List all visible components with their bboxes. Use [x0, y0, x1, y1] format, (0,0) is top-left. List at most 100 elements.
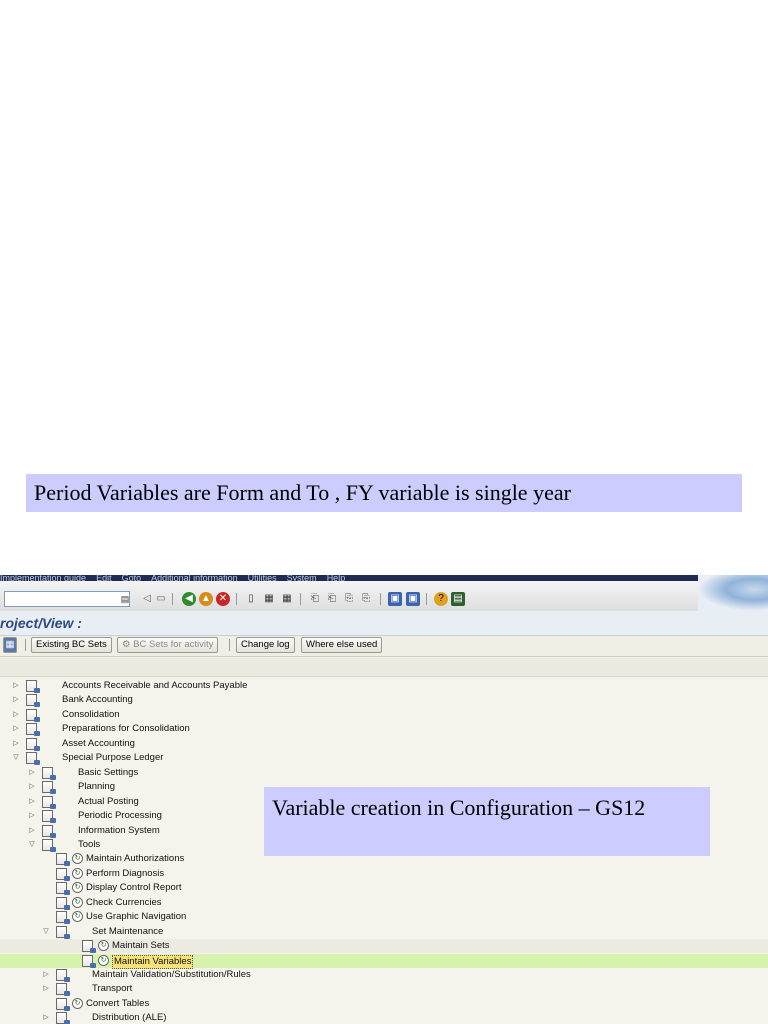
shortcut-icon[interactable]: ▣ — [406, 592, 420, 606]
tree-row-label[interactable]: Distribution (ALE) — [92, 1011, 166, 1024]
img-documentation-icon[interactable] — [26, 752, 40, 766]
tree-row-label[interactable]: Display Control Report — [86, 881, 182, 895]
collapse-triangle-icon[interactable]: ▽ — [42, 925, 50, 939]
tree-row-label[interactable]: Perform Diagnosis — [86, 867, 164, 881]
tree-row[interactable]: ↻ Convert Tables — [0, 997, 768, 1011]
tree-row-label[interactable]: Planning — [78, 780, 115, 794]
img-documentation-icon[interactable] — [56, 925, 70, 939]
execute-activity-icon[interactable]: ↻ — [72, 896, 83, 908]
expand-triangle-icon[interactable]: ▷ — [28, 809, 36, 823]
img-documentation-icon[interactable] — [42, 781, 56, 795]
command-field-dropdown-icon[interactable]: ▤ — [120, 593, 130, 605]
tree-row-label[interactable]: Maintain Variables — [112, 954, 194, 969]
img-documentation-icon[interactable] — [56, 997, 70, 1011]
print-icon[interactable]: ▯ — [244, 592, 258, 606]
last-page-icon[interactable]: ⎘ — [359, 592, 373, 606]
structure-icon[interactable]: ▦ — [3, 637, 17, 653]
tree-row-label[interactable]: Consolidation — [62, 708, 120, 722]
execute-activity-icon[interactable]: ↻ — [72, 882, 83, 894]
tree-row[interactable]: ▷ Asset Accounting — [0, 737, 768, 751]
create-session-icon[interactable]: ▣ — [388, 592, 402, 606]
tree-row-label[interactable]: Special Purpose Ledger — [62, 751, 163, 765]
img-documentation-icon[interactable] — [56, 1012, 70, 1024]
tree-row[interactable]: ▷ Accounts Receivable and Accounts Payabl… — [0, 679, 768, 693]
img-documentation-icon[interactable] — [42, 766, 56, 780]
tree-row-label[interactable]: Tools — [78, 838, 100, 852]
img-documentation-icon[interactable] — [82, 954, 96, 968]
tree-row[interactable]: ▷ Transport — [0, 982, 768, 997]
exit-icon[interactable]: ▲ — [199, 592, 213, 606]
next-page-icon[interactable]: ⎘ — [342, 592, 356, 606]
where-else-used-button[interactable]: Where else used — [301, 637, 383, 653]
tree-row-label[interactable]: Basic Settings — [78, 766, 138, 780]
expand-triangle-icon[interactable]: ▷ — [42, 1011, 50, 1024]
back-icon[interactable]: ◀ — [182, 592, 196, 606]
tree-row[interactable]: ↻ Perform Diagnosis — [0, 867, 768, 881]
expand-triangle-icon[interactable]: ▷ — [12, 679, 20, 693]
tree-row[interactable]: ↻ Display Control Report — [0, 881, 768, 896]
layout-menu-icon[interactable]: ▤ — [451, 592, 465, 606]
expand-triangle-icon[interactable]: ▷ — [42, 982, 50, 996]
tree-row-label[interactable]: Transport — [92, 982, 132, 996]
tree-row-label[interactable]: Check Currencies — [86, 896, 162, 910]
tree-row-label[interactable]: Bank Accounting — [62, 693, 133, 707]
img-documentation-icon[interactable] — [56, 853, 70, 867]
tree-row[interactable]: ↻ Check Currencies — [0, 896, 768, 910]
tree-row[interactable]: ▷ Basic Settings — [0, 766, 768, 780]
tree-row-label[interactable]: Maintain Sets — [112, 939, 170, 953]
img-documentation-icon[interactable] — [26, 708, 40, 722]
collapse-triangle-icon[interactable]: ▽ — [12, 751, 20, 765]
cancel-icon[interactable]: ✕ — [216, 592, 230, 606]
find-next-icon[interactable]: ▦ — [280, 592, 294, 606]
tree-row-label[interactable]: Actual Posting — [78, 795, 139, 809]
img-documentation-icon[interactable] — [42, 795, 56, 809]
execute-activity-icon[interactable]: ↻ — [98, 954, 109, 966]
collapse-triangle-icon[interactable]: ▽ — [28, 838, 36, 852]
tree-row-label[interactable]: Periodic Processing — [78, 809, 162, 823]
execute-activity-icon[interactable]: ↻ — [72, 911, 83, 923]
expand-triangle-icon[interactable]: ▷ — [12, 722, 20, 736]
command-field[interactable] — [4, 591, 130, 607]
tree-row[interactable]: ▽ Special Purpose Ledger — [0, 751, 768, 766]
img-documentation-icon[interactable] — [42, 838, 56, 852]
bc-sets-for-activity-button[interactable]: ⚙ BC Sets for activity — [117, 637, 219, 653]
img-documentation-icon[interactable] — [42, 810, 56, 824]
expand-triangle-icon[interactable]: ▷ — [28, 795, 36, 809]
expand-triangle-icon[interactable]: ▷ — [12, 737, 20, 751]
img-documentation-icon[interactable] — [42, 824, 56, 838]
img-documentation-icon[interactable] — [56, 882, 70, 896]
tree-row[interactable]: ▷ Preparations for Consolidation — [0, 722, 768, 737]
expand-triangle-icon[interactable]: ▷ — [42, 968, 50, 982]
execute-activity-icon[interactable]: ↻ — [72, 867, 83, 879]
execute-activity-icon[interactable]: ↻ — [72, 997, 83, 1009]
tree-row-label[interactable]: Preparations for Consolidation — [62, 722, 190, 736]
tree-row-label[interactable]: Convert Tables — [86, 997, 149, 1011]
expand-triangle-icon[interactable]: ▷ — [28, 824, 36, 838]
tree-row-label[interactable]: Asset Accounting — [62, 737, 135, 751]
img-documentation-icon[interactable] — [26, 694, 40, 708]
img-documentation-icon[interactable] — [56, 911, 70, 925]
tree-row-label[interactable]: Maintain Validation/Substitution/Rules — [92, 968, 251, 982]
tree-row-label[interactable]: Information System — [78, 824, 160, 838]
img-documentation-icon[interactable] — [56, 896, 70, 910]
tree-row[interactable]: ↻ Maintain Variables — [0, 953, 768, 969]
img-documentation-icon[interactable] — [56, 983, 70, 997]
expand-triangle-icon[interactable]: ▷ — [12, 693, 20, 707]
tree-row[interactable]: ▽ Set Maintenance — [0, 925, 768, 939]
first-page-icon[interactable]: ⎗ — [308, 592, 322, 606]
img-documentation-icon[interactable] — [56, 969, 70, 982]
img-documentation-icon[interactable] — [26, 737, 40, 751]
previous-page-icon[interactable]: ⎗ — [325, 592, 339, 606]
enter-icon[interactable]: ◁ — [140, 592, 154, 606]
expand-triangle-icon[interactable]: ▷ — [12, 708, 20, 722]
tree-row[interactable]: ↻ Use Graphic Navigation — [0, 910, 768, 925]
tree-row[interactable]: ▷ Maintain Validation/Substitution/Rules — [0, 968, 768, 982]
expand-triangle-icon[interactable]: ▷ — [28, 766, 36, 780]
execute-activity-icon[interactable]: ↻ — [72, 853, 83, 865]
img-documentation-icon[interactable] — [56, 867, 70, 881]
find-icon[interactable]: ▦ — [262, 592, 276, 606]
help-icon[interactable]: ? — [434, 592, 448, 606]
execute-activity-icon[interactable]: ↻ — [98, 940, 109, 952]
img-documentation-icon[interactable] — [26, 723, 40, 737]
change-log-button[interactable]: Change log — [236, 637, 295, 653]
